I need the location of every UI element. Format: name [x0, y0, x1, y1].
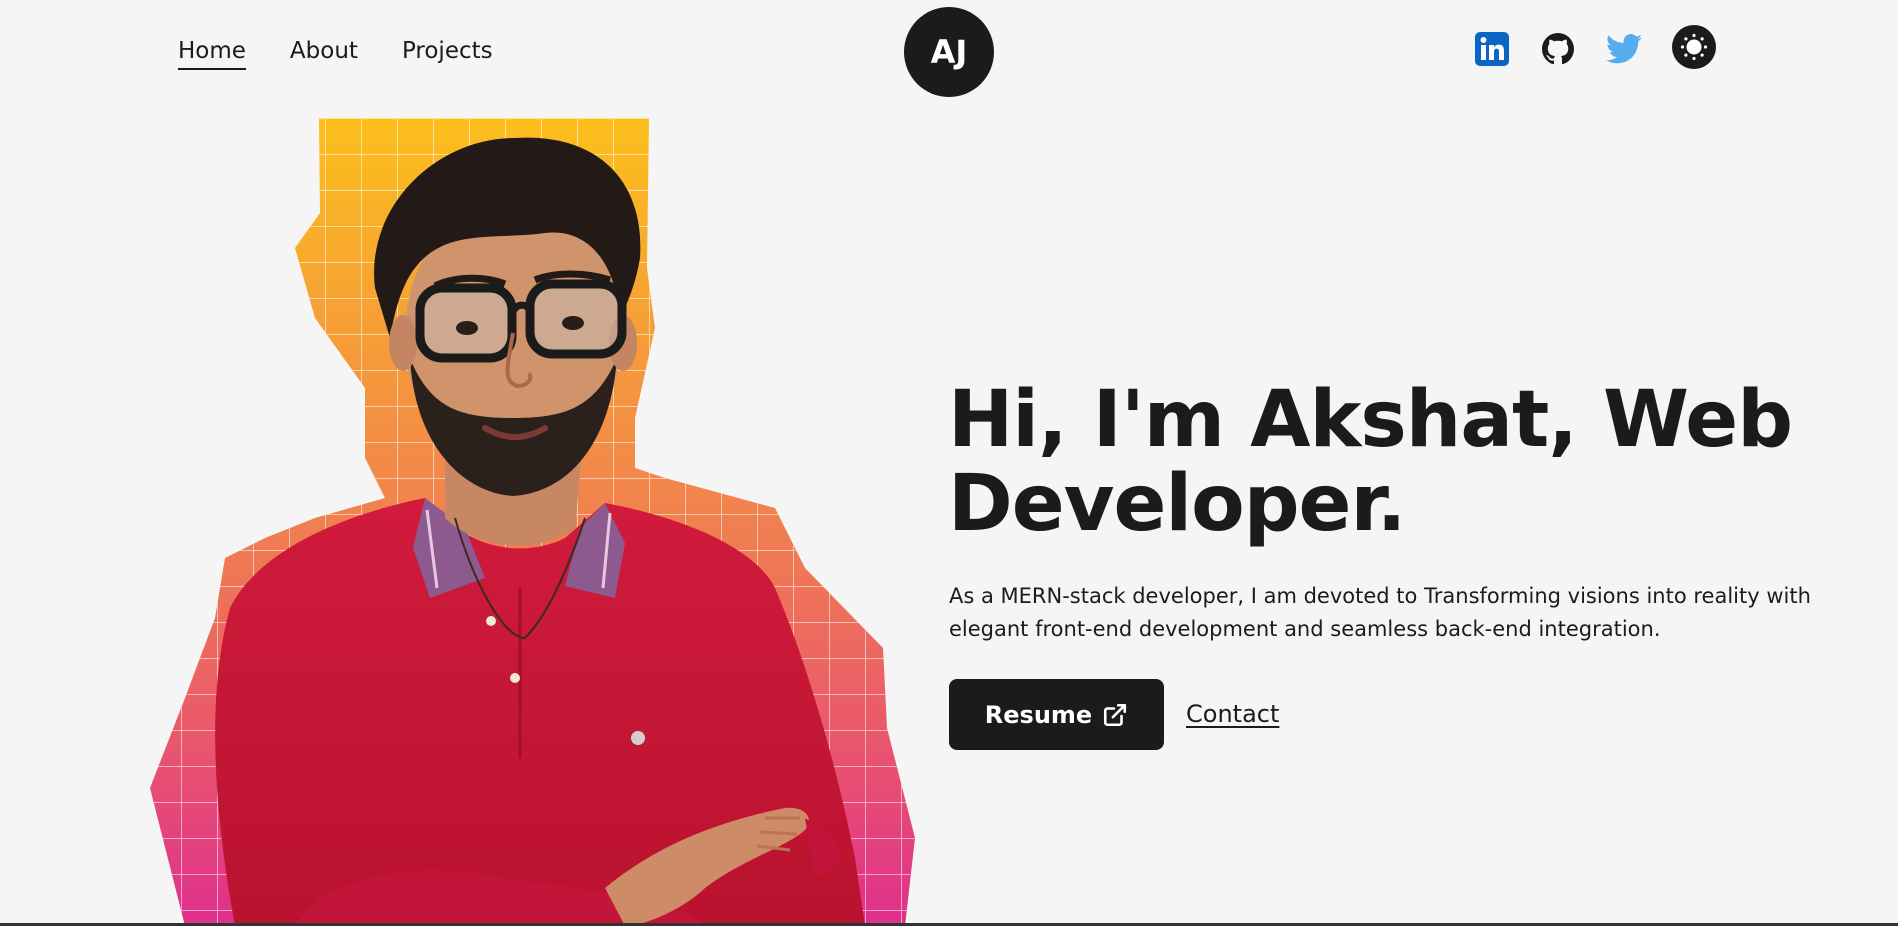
hero-title: Hi, I'm Akshat, Web Developer. — [948, 375, 1793, 549]
theme-toggle-button[interactable] — [1672, 25, 1716, 69]
nav-about-link[interactable]: About — [290, 34, 358, 68]
contact-link[interactable]: Contact — [1186, 697, 1279, 731]
profile-portrait-image — [150, 118, 915, 926]
portfolio-home-page: Home About Projects AJ Hi, I'm Akshat, W… — [0, 0, 1898, 926]
resume-button-label: Resume — [984, 700, 1093, 729]
github-icon[interactable] — [1540, 31, 1576, 67]
resume-button[interactable]: Resume — [949, 679, 1164, 750]
hero-description: As a MERN-stack developer, I am devoted … — [949, 584, 1811, 641]
sun-icon — [1680, 33, 1708, 61]
main-nav: Home About Projects — [178, 34, 493, 70]
nav-projects-link[interactable]: Projects — [402, 34, 493, 68]
social-links — [1474, 25, 1716, 69]
external-link-icon — [1104, 703, 1127, 726]
nav-home-link[interactable]: Home — [178, 34, 246, 70]
twitter-icon[interactable] — [1606, 31, 1642, 67]
logo-initials: AJ — [930, 33, 968, 71]
linkedin-icon[interactable] — [1474, 31, 1510, 67]
logo-badge[interactable]: AJ — [904, 7, 994, 97]
